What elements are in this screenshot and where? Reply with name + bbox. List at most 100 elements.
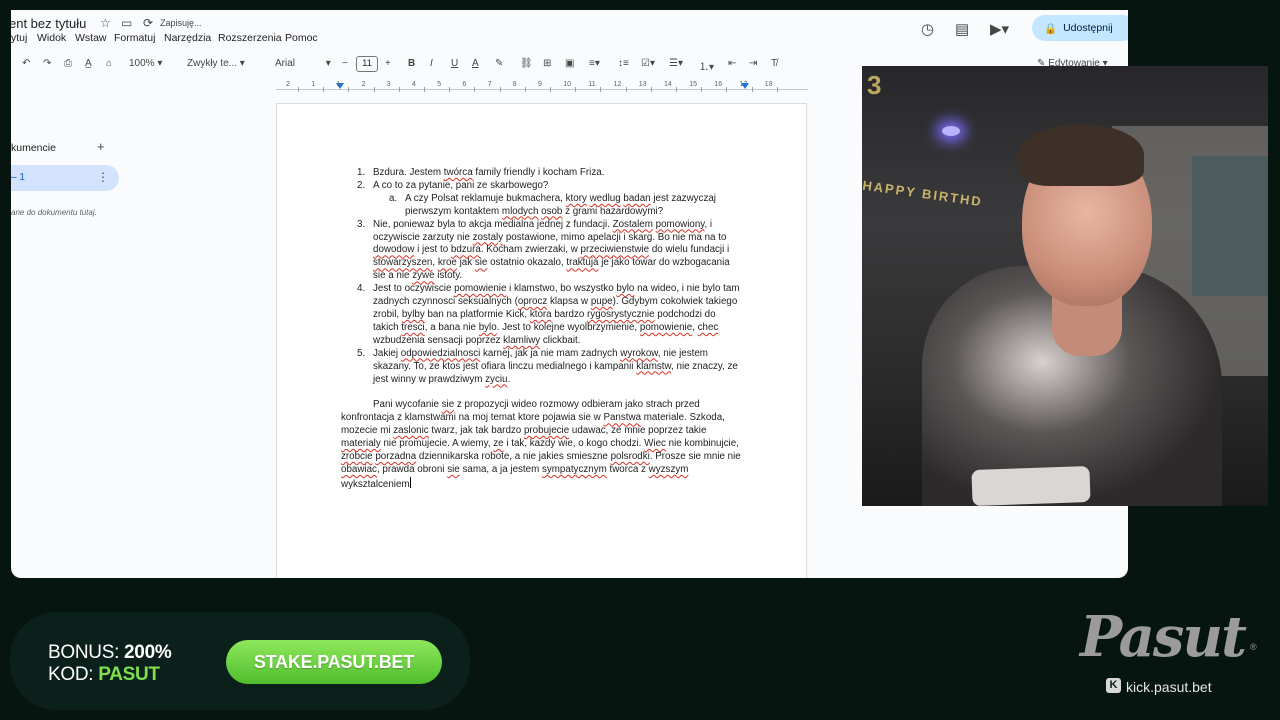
add-tab-icon[interactable]: + <box>97 139 105 154</box>
line-spacing-icon[interactable]: ↕≡ <box>618 58 629 69</box>
spellcheck-word[interactable]: bylby <box>402 309 425 320</box>
spellcheck-word[interactable]: rygosrystycznie <box>587 309 655 320</box>
indent-decrease-icon[interactable]: ⇤ <box>728 58 736 69</box>
spellcheck-word[interactable]: pomowienie <box>640 322 692 333</box>
spellcheck-word[interactable]: sie <box>442 399 455 410</box>
zoom-select[interactable]: 100% ▾ <box>129 58 162 69</box>
font-select[interactable]: Arial ▾ <box>275 58 331 69</box>
list-item[interactable]: 5. Jakiej odpowiedzialnosci karnej, jak j… <box>341 348 741 387</box>
spellcheck-word[interactable]: Panstwa <box>603 412 641 423</box>
text-color-icon[interactable]: A <box>472 58 479 69</box>
spellcheck-word[interactable]: klamstw <box>636 361 671 372</box>
menu-view[interactable]: Widok <box>37 32 66 44</box>
spellcheck-word[interactable]: dowodow <box>373 244 414 255</box>
spellcheck-word[interactable]: Zostalem <box>613 219 653 230</box>
spellcheck-word[interactable]: zywe <box>412 270 434 281</box>
print-icon[interactable]: ⎙ <box>64 58 72 69</box>
clear-formatting-icon[interactable]: T̸ <box>771 58 777 69</box>
spellcheck-word[interactable]: stowarzyszen <box>373 257 432 268</box>
spellcheck-word[interactable]: oprocz <box>518 296 547 307</box>
version-history-icon[interactable]: ◷ <box>921 20 934 38</box>
spellcheck-word[interactable]: tresci <box>401 322 424 333</box>
meet-icon[interactable]: ▶▾ <box>990 20 1009 38</box>
increase-font-icon[interactable]: + <box>385 58 391 69</box>
stake-link-button[interactable]: STAKE.PASUT.BET <box>226 640 442 684</box>
menu-extensions[interactable]: Rozszerzenia <box>218 32 282 44</box>
list-item[interactable]: 2. A co to za pytanie, pani ze skarbowego… <box>341 180 741 193</box>
document-title[interactable]: ent bez tytułu <box>11 16 86 31</box>
outline-tab-item[interactable]: – 1 ⋮ <box>11 165 119 191</box>
undo-icon[interactable]: ↶ <box>22 58 30 69</box>
spellcheck-word[interactable]: ktory <box>566 193 587 204</box>
spellcheck-word[interactable]: materialy <box>341 438 381 449</box>
more-vert-icon[interactable]: ⋮ <box>97 170 109 184</box>
spellcheck-word[interactable]: polsrodki <box>611 451 650 462</box>
spellcheck-word[interactable]: chec <box>698 322 719 333</box>
align-icon[interactable]: ≡▾ <box>589 58 600 69</box>
spellcheck-word[interactable]: zostaly <box>473 232 504 243</box>
redo-icon[interactable]: ↷ <box>43 58 51 69</box>
comment-add-icon[interactable]: ⊞ <box>543 58 551 69</box>
spellcheck-word[interactable]: badan <box>623 193 650 204</box>
spellcheck-word[interactable]: twórca <box>444 167 473 178</box>
spellcheck-word[interactable]: przeciwienstwie <box>581 244 650 255</box>
spellcheck-word[interactable]: sie <box>447 464 460 475</box>
decrease-font-icon[interactable]: − <box>342 58 348 69</box>
spellcheck-word[interactable]: pomowiony <box>656 219 705 230</box>
star-icon[interactable]: ☆ <box>100 16 111 30</box>
checklist-icon[interactable]: ☑▾ <box>641 58 655 69</box>
spellcheck-word[interactable]: sympatycznym <box>542 464 607 475</box>
menu-format[interactable]: Formatuj <box>114 32 155 44</box>
spellcheck-word[interactable]: wyrokow <box>620 348 658 359</box>
spellcheck-word[interactable]: probujecie <box>524 425 569 436</box>
spellcheck-word[interactable]: bylo <box>479 322 497 333</box>
spellcheck-word[interactable]: bdzura <box>451 244 481 255</box>
bold-icon[interactable]: B <box>408 58 415 69</box>
spellcheck-word[interactable]: kroe <box>438 257 457 268</box>
list-subitem[interactable]: a. A czy Polsat reklamuje bukmachera, kto… <box>341 193 741 219</box>
spellcheck-word[interactable]: sie <box>475 257 488 268</box>
body-paragraph[interactable]: Pani wycofanie sie z propozycji wideo ro… <box>341 399 741 491</box>
spellcheck-word[interactable]: klamliwy <box>503 335 540 346</box>
spellcheck-word[interactable]: obawiac <box>341 464 377 475</box>
numbered-list-icon[interactable]: ⒈▾ <box>699 58 714 73</box>
document-body[interactable]: 1. Bzdura. Jestem twórca family friendly … <box>341 167 741 492</box>
spellcheck-word[interactable]: pomowienie <box>454 283 506 294</box>
indent-increase-icon[interactable]: ⇥ <box>749 58 757 69</box>
share-button[interactable]: 🔒 Udostępnij <box>1032 15 1128 41</box>
menu-insert[interactable]: Wstaw <box>75 32 107 44</box>
link-icon[interactable]: ⛓ <box>520 58 533 69</box>
spellcheck-word[interactable]: odpowiedzialnosci <box>401 348 481 359</box>
italic-icon[interactable]: I <box>430 58 433 69</box>
list-item[interactable]: 3. Nie, poniewaz byla to akcja medialna j… <box>341 219 741 284</box>
list-item[interactable]: 1. Bzdura. Jestem twórca family friendly … <box>341 167 741 180</box>
move-folder-icon[interactable]: ▭ <box>121 16 132 30</box>
spellcheck-word[interactable]: bylo <box>616 283 634 294</box>
spellcheck-word[interactable]: zaslonic <box>393 425 428 436</box>
spellcheck-word[interactable]: pupe <box>591 296 613 307</box>
spellcheck-word[interactable]: ktora <box>530 309 552 320</box>
spellcheck-word[interactable]: mlodych <box>502 206 538 217</box>
menu-help[interactable]: Pomoc <box>285 32 318 44</box>
spellcheck-icon[interactable]: A̲ <box>85 58 92 69</box>
spellcheck-word[interactable]: zyciu <box>485 374 507 385</box>
spellcheck-word[interactable]: porzadna <box>375 451 416 462</box>
spellcheck-word[interactable]: ze <box>493 438 503 449</box>
font-size-input[interactable]: 11 <box>356 56 378 72</box>
document-page[interactable]: 1. Bzdura. Jestem twórca family friendly … <box>276 103 807 578</box>
underline-icon[interactable]: U <box>451 58 458 69</box>
bullet-list-icon[interactable]: ☰▾ <box>669 58 683 69</box>
spellcheck-word[interactable]: wedlug <box>590 193 621 204</box>
paint-format-icon[interactable]: ⌂ <box>106 58 112 69</box>
list-item[interactable]: 4. Jest to oczywiscie pomowienie i klamst… <box>341 283 741 348</box>
menu-edit[interactable]: ytuj <box>11 32 27 44</box>
spellcheck-word[interactable]: wyzszym <box>649 464 689 475</box>
style-select[interactable]: Zwykły te... ▾ <box>187 58 245 69</box>
spellcheck-word[interactable]: zrobcie <box>341 451 373 462</box>
spellcheck-word[interactable]: Wiec <box>644 438 666 449</box>
highlight-icon[interactable]: ✎ <box>495 58 503 69</box>
spellcheck-word[interactable]: traktuja <box>566 257 598 268</box>
spellcheck-word[interactable]: osob <box>541 206 562 217</box>
image-icon[interactable]: ▣ <box>565 58 574 69</box>
menu-tools[interactable]: Narzędzia <box>164 32 211 44</box>
